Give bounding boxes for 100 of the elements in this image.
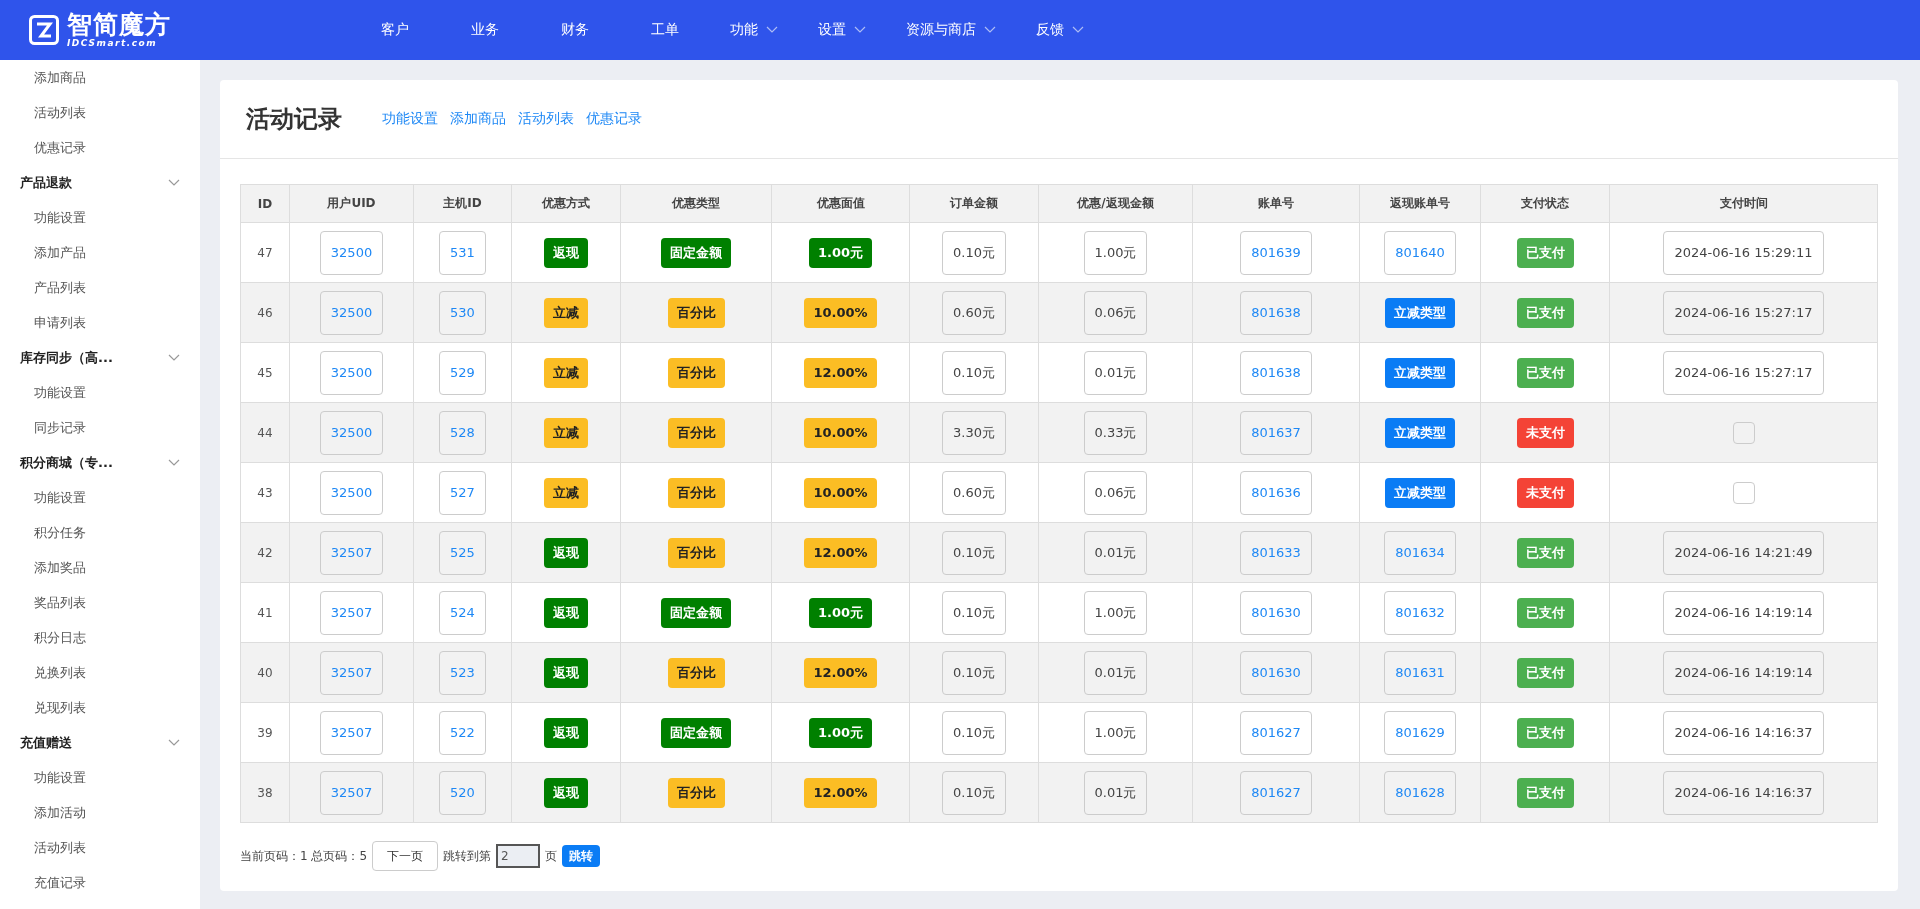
discount-amount: 0.01元 [1083, 770, 1148, 815]
nav-item[interactable]: 设置 [798, 21, 886, 39]
sidebar-item[interactable]: 充值记录 [0, 865, 200, 900]
host-id-link[interactable]: 527 [439, 470, 486, 515]
bill-number-link[interactable]: 801630 [1240, 590, 1312, 635]
sidebar-item[interactable]: 添加奖品 [0, 550, 200, 585]
nav-item[interactable]: 工单 [620, 21, 710, 39]
user-uid-link[interactable]: 32500 [319, 350, 384, 395]
user-uid-link[interactable]: 32500 [319, 410, 384, 455]
sidebar-item[interactable]: 兑现列表 [0, 690, 200, 725]
chevron-icon [168, 353, 180, 362]
cashback-bill-link[interactable]: 801632 [1384, 590, 1456, 635]
host-id-link[interactable]: 529 [439, 350, 486, 395]
face-value-badge: 10.00% [804, 417, 877, 448]
sidebar-item[interactable]: 功能设置 [0, 760, 200, 795]
sidebar-item[interactable]: 活动列表 [0, 95, 200, 130]
cashback-bill-link[interactable]: 801631 [1384, 650, 1456, 695]
column-header: 优惠方式 [511, 184, 621, 223]
instant-type-badge: 立减类型 [1385, 477, 1455, 508]
host-id-link[interactable]: 524 [439, 590, 486, 635]
host-id-link[interactable]: 525 [439, 530, 486, 575]
bill-number-link[interactable]: 801630 [1240, 650, 1312, 695]
sidebar-item[interactable]: 产品列表 [0, 270, 200, 305]
sidebar-group[interactable]: 积分商城（专... [0, 445, 200, 480]
nav-item[interactable]: 业务 [440, 21, 530, 39]
bill-number-link[interactable]: 801633 [1240, 530, 1312, 575]
chevron-down-icon [1072, 26, 1084, 34]
bill-number-link[interactable]: 801627 [1240, 710, 1312, 755]
column-header: 优惠/返现金额 [1038, 184, 1193, 223]
cashback-bill-link[interactable]: 801640 [1384, 230, 1456, 275]
payment-status-badge: 未支付 [1516, 417, 1574, 448]
host-id-link[interactable]: 522 [439, 710, 486, 755]
face-value-badge: 12.00% [804, 537, 877, 568]
sidebar-item[interactable]: 奖品列表 [0, 585, 200, 620]
discount-amount: 1.00元 [1083, 710, 1148, 755]
page-link[interactable]: 活动列表 [518, 110, 574, 128]
pay-time: 2024-06-16 14:19:14 [1663, 590, 1824, 635]
discount-amount: 0.01元 [1083, 350, 1148, 395]
jump-label: 跳转到第 [443, 847, 492, 865]
page-link[interactable]: 优惠记录 [586, 110, 642, 128]
sidebar-item[interactable]: 功能设置 [0, 480, 200, 515]
sidebar-group[interactable]: 库存同步（高... [0, 340, 200, 375]
page-link[interactable]: 添加商品 [450, 110, 506, 128]
logo-domain: IDCSmart.com [67, 39, 159, 48]
sidebar-group[interactable]: 充值赠送 [0, 725, 200, 760]
face-value-badge: 1.00元 [808, 237, 873, 268]
bill-number-link[interactable]: 801638 [1240, 350, 1312, 395]
payment-status-badge: 已支付 [1516, 597, 1574, 628]
order-amount: 0.10元 [942, 350, 1006, 395]
sidebar-group[interactable]: 产品退款 [0, 165, 200, 200]
nav-item[interactable]: 功能 [710, 21, 798, 39]
type-badge: 固定金额 [661, 237, 731, 268]
sidebar-item[interactable]: 同步记录 [0, 410, 200, 445]
cashback-bill-link[interactable]: 801629 [1384, 710, 1456, 755]
order-amount: 0.10元 [942, 230, 1006, 275]
bill-number-link[interactable]: 801639 [1240, 230, 1312, 275]
sidebar-item[interactable]: 功能设置 [0, 375, 200, 410]
next-page-button[interactable]: 下一页 [372, 841, 439, 871]
nav-item[interactable]: 财务 [530, 21, 620, 39]
host-id-link[interactable]: 530 [439, 290, 486, 335]
nav-item[interactable]: 客户 [350, 21, 440, 39]
host-id-link[interactable]: 528 [439, 410, 486, 455]
user-uid-link[interactable]: 32507 [319, 770, 384, 815]
page-input[interactable]: 2 [496, 844, 541, 868]
bill-number-link[interactable]: 801627 [1240, 770, 1312, 815]
user-uid-link[interactable]: 32507 [319, 590, 384, 635]
nav-item[interactable]: 反馈 [1016, 21, 1104, 39]
sidebar-item[interactable]: 兑换列表 [0, 655, 200, 690]
sidebar-item[interactable]: 优惠记录 [0, 130, 200, 165]
page-link[interactable]: 功能设置 [382, 110, 438, 128]
bill-number-link[interactable]: 801637 [1240, 410, 1312, 455]
user-uid-link[interactable]: 32507 [319, 710, 384, 755]
cashback-bill-link[interactable]: 801628 [1384, 770, 1456, 815]
host-id-link[interactable]: 523 [439, 650, 486, 695]
cashback-bill-link[interactable]: 801634 [1384, 530, 1456, 575]
user-uid-link[interactable]: 32500 [319, 290, 384, 335]
sidebar-item[interactable]: 活动列表 [0, 830, 200, 865]
face-value-badge: 12.00% [804, 357, 877, 388]
bill-number-link[interactable]: 801638 [1240, 290, 1312, 335]
user-uid-link[interactable]: 32507 [319, 530, 384, 575]
bill-number-link[interactable]: 801636 [1240, 470, 1312, 515]
sidebar-item[interactable]: 添加产品 [0, 235, 200, 270]
user-uid-link[interactable]: 32507 [319, 650, 384, 695]
sidebar-item[interactable]: 申请列表 [0, 305, 200, 340]
sidebar-item[interactable]: 添加活动 [0, 795, 200, 830]
pay-time: 2024-06-16 14:19:14 [1663, 650, 1824, 695]
face-value-badge: 1.00元 [808, 597, 873, 628]
sidebar-item[interactable]: 积分日志 [0, 620, 200, 655]
nav-item[interactable]: 资源与商店 [886, 21, 1016, 39]
sidebar-item[interactable]: 功能设置 [0, 200, 200, 235]
user-uid-link[interactable]: 32500 [319, 470, 384, 515]
user-uid-link[interactable]: 32500 [319, 230, 384, 275]
jump-button[interactable]: 跳转 [562, 845, 601, 867]
host-id-link[interactable]: 531 [439, 230, 486, 275]
sidebar-item[interactable]: 积分任务 [0, 515, 200, 550]
logo-icon [29, 15, 59, 45]
pay-time: 2024-06-16 14:16:37 [1663, 710, 1824, 755]
host-id-link[interactable]: 520 [439, 770, 486, 815]
order-amount: 0.10元 [942, 530, 1006, 575]
sidebar-item[interactable]: 添加商品 [0, 60, 200, 95]
